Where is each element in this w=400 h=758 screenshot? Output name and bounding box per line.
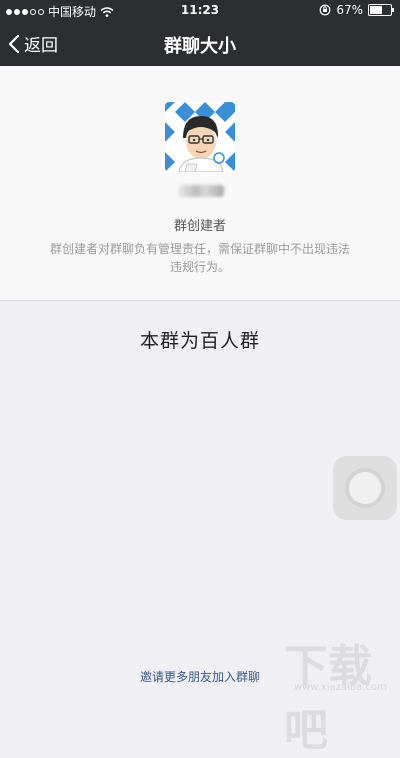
status-bar: 中国移动 11:23 67%	[0, 0, 400, 20]
battery-percent: 67%	[336, 3, 363, 17]
navigation-bar: 返回 群聊大小	[0, 20, 400, 66]
invite-friends-link[interactable]: 邀请更多朋友加入群聊	[0, 668, 400, 685]
assistive-touch-icon	[349, 472, 381, 504]
watermark: 下载吧 www.xiazaiba.com	[284, 630, 394, 756]
avatar[interactable]	[165, 102, 235, 172]
creator-role-label: 群创建者	[173, 219, 226, 234]
rotation-lock-icon	[319, 4, 331, 16]
battery-icon	[368, 4, 394, 16]
creator-name-blurred	[178, 185, 224, 197]
group-size-label: 本群为百人群	[139, 330, 260, 352]
creator-description: 群创建者对群聊负有管理责任，需保证群聊中不出现违法违规行为。	[50, 242, 351, 274]
creator-panel: 群创建者 群创建者对群聊负有管理责任，需保证群聊中不出现违法违规行为。	[0, 66, 400, 301]
page-title: 群聊大小	[164, 36, 236, 57]
assistive-touch-button[interactable]	[333, 456, 397, 520]
watermark-text: 下载吧	[284, 641, 372, 756]
